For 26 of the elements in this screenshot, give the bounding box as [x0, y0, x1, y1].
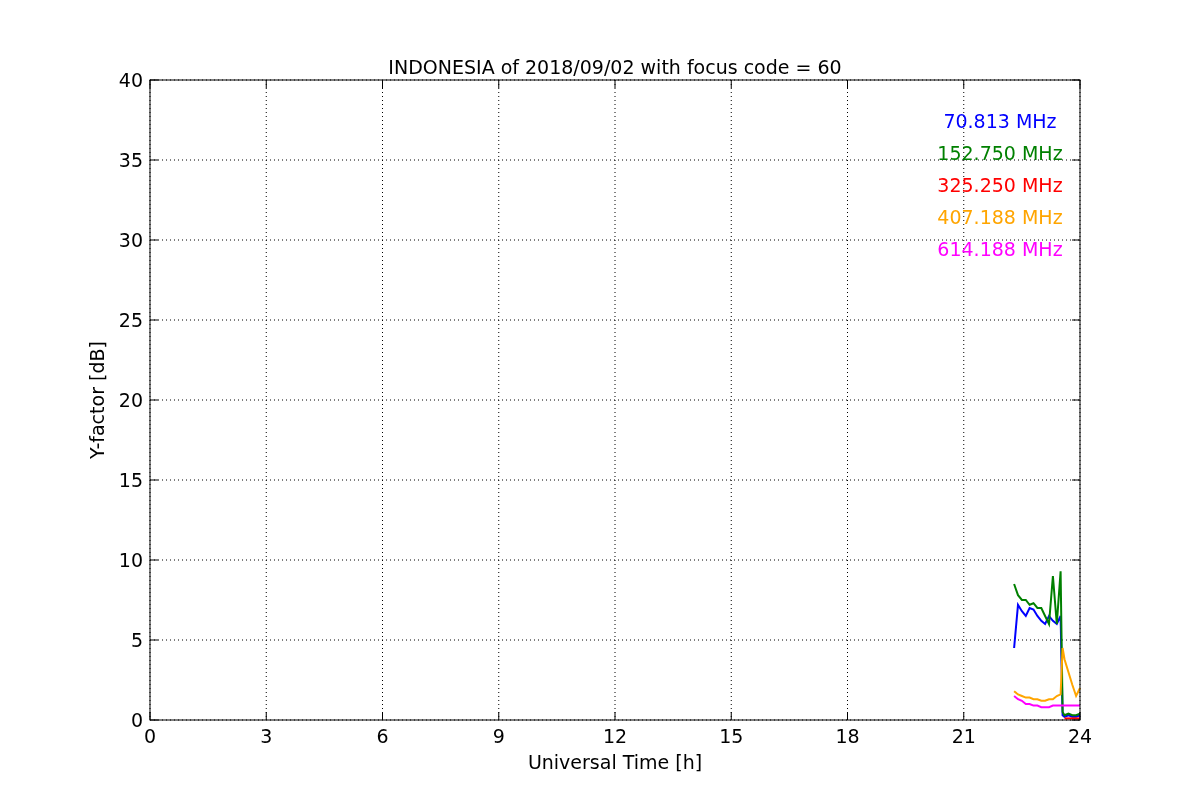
y-tick-label: 30 — [118, 229, 143, 251]
legend-label: 614.188 MHz — [937, 238, 1063, 260]
y-tick-label: 5 — [130, 629, 143, 651]
y-tick-label: 15 — [118, 469, 143, 491]
x-axis-label: Universal Time [h] — [527, 751, 703, 773]
x-tick-label: 15 — [719, 725, 744, 747]
x-tick-label: 12 — [602, 725, 628, 747]
y-tick-label: 35 — [118, 149, 143, 171]
chart-title: INDONESIA of 2018/09/02 with focus code = 60 — [388, 56, 842, 78]
y-tick-label: 25 — [118, 309, 143, 331]
x-tick-label: 6 — [376, 725, 389, 747]
x-tick-label: 0 — [143, 725, 157, 747]
legend-label: 407.188 MHz — [937, 206, 1063, 228]
y-tick-label: 40 — [118, 69, 143, 91]
x-tick-label: 9 — [492, 725, 505, 747]
x-tick-label: 21 — [951, 725, 976, 747]
y-tick-label: 10 — [118, 549, 143, 571]
legend-label: 152.750 MHz — [937, 142, 1063, 164]
legend-label: 325.250 MHz — [937, 174, 1063, 196]
legend-label: 70.813 MHz — [943, 110, 1057, 132]
x-tick-label: 24 — [1067, 725, 1093, 747]
x-tick-label: 18 — [835, 725, 860, 747]
x-tick-label: 3 — [260, 725, 273, 747]
y-tick-label: 0 — [130, 709, 143, 731]
y-axis-label: Y-factor [dB] — [86, 341, 108, 459]
y-tick-label: 20 — [118, 389, 143, 411]
